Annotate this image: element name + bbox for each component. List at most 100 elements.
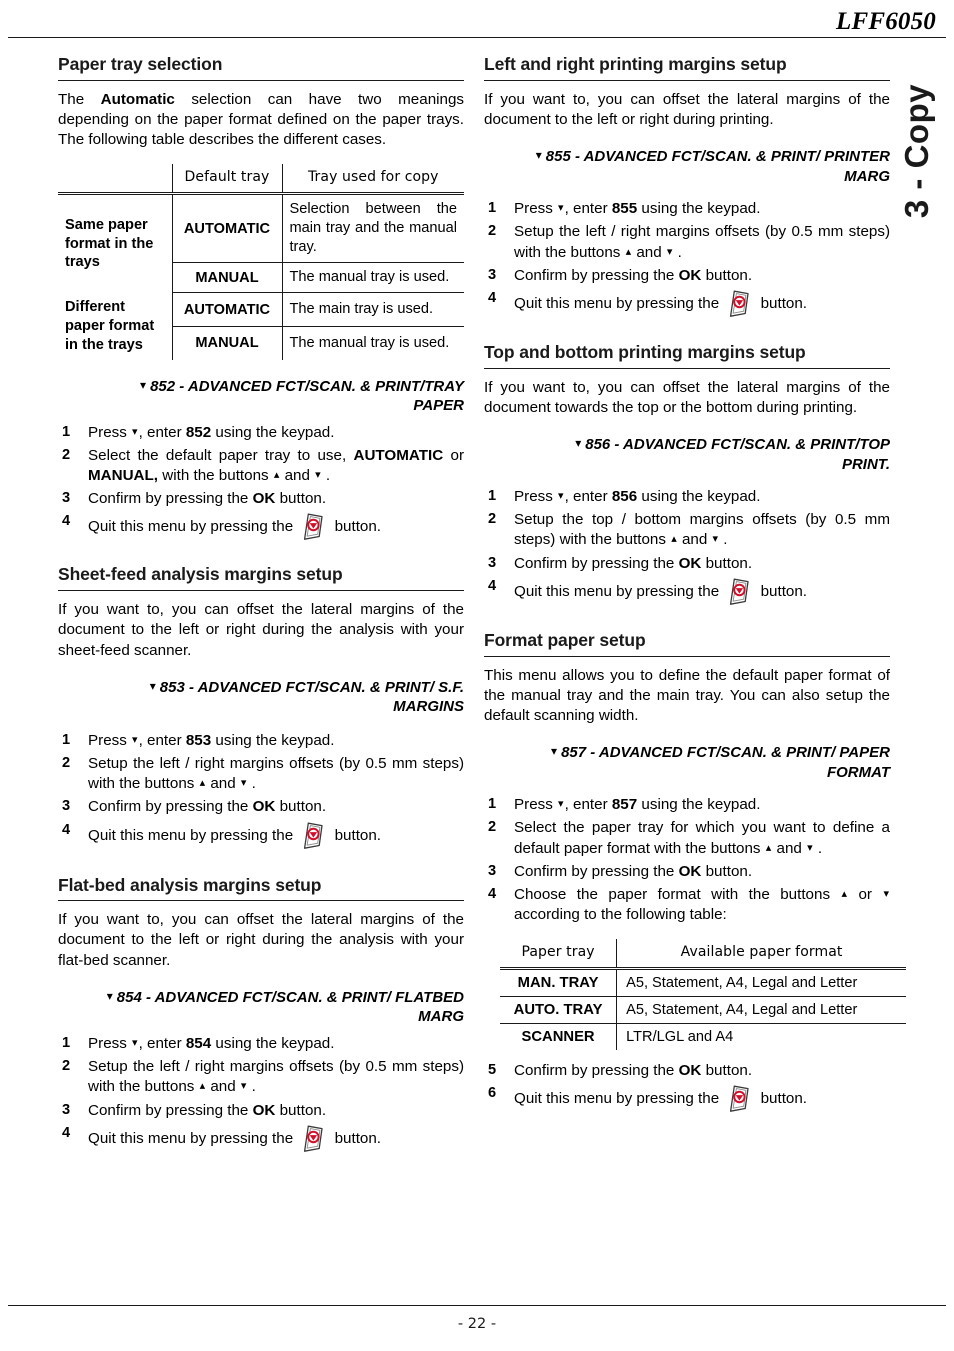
- step-item: 1 Press ▾, enter 856 using the keypad.: [484, 487, 890, 507]
- step-number: 3: [488, 862, 497, 879]
- step-number: 4: [62, 513, 71, 530]
- step-emphasis: 856: [611, 488, 638, 506]
- menu-bullet-icon: ▾: [149, 678, 156, 693]
- menu-path: ▾ 857 - ADVANCED FCT/SCAN. & PRINT/ PAPER…: [484, 743, 890, 782]
- step-number: 1: [62, 423, 71, 440]
- step-text: Select the paper tray for which you want…: [514, 819, 890, 857]
- arrow-down-icon: ▾: [132, 1036, 138, 1049]
- step-emphasis: 852: [185, 423, 212, 441]
- step-text: Press ▾, enter 852 using the keypad.: [88, 423, 335, 441]
- left-column: Paper tray selection The Automatic selec…: [58, 54, 464, 1156]
- step-text: Confirm by pressing the OK button.: [88, 1101, 327, 1119]
- menu-bullet-icon: ▾: [575, 436, 582, 451]
- document-title: LFF6050: [835, 8, 936, 35]
- step-item: 4 Choose the paper format with the button…: [484, 885, 890, 925]
- step-item: 1 Press ▾, enter 855 using the keypad.: [484, 199, 890, 219]
- menu-path-text: 856 - ADVANCED FCT/SCAN. & PRINT/TOP PRI…: [585, 436, 890, 473]
- chapter-tab-label: 3 - Copy: [898, 83, 935, 219]
- section-top-bottom-margins: Top and bottom printing margins setup If…: [484, 342, 890, 607]
- arrow-down-icon: ▾: [883, 888, 889, 901]
- step-number: 3: [488, 266, 497, 283]
- step-item: 1 Press ▾, enter 853 using the keypad.: [58, 731, 464, 751]
- step-text: Confirm by pressing the OK button.: [514, 862, 753, 880]
- step-item: 2 Setup the left / right margins offsets …: [58, 754, 464, 794]
- menu-path-text: 855 - ADVANCED FCT/SCAN. & PRINT/ PRINTE…: [545, 148, 890, 185]
- table-row: MAN. TRAY A5, Statement, A4, Legal and L…: [500, 968, 906, 997]
- arrow-down-icon: ▾: [240, 777, 247, 790]
- menu-path: ▾ 855 - ADVANCED FCT/SCAN. & PRINT/ PRINT…: [484, 147, 890, 186]
- step-item: 1 Press ▾, enter 854 using the keypad.: [58, 1034, 464, 1054]
- step-number: 1: [62, 731, 71, 748]
- steps-list: 5 Confirm by pressing the OK button. 6 Quit…: [484, 1061, 890, 1114]
- table-row: Same paper format in the trays AUTOMATIC…: [58, 193, 464, 270]
- arrow-down-icon: ▾: [240, 1080, 247, 1093]
- stop-button-icon: [300, 821, 327, 851]
- step-item: 3 Confirm by pressing the OK button.: [484, 266, 890, 286]
- chapter-tab: 3 - Copy: [882, 40, 952, 260]
- paper-tray-table: Default tray Tray used for copy Same pap…: [58, 164, 464, 360]
- stop-button-icon: [726, 289, 753, 319]
- step-number: 4: [488, 577, 497, 594]
- step-emphasis: OK: [678, 1061, 702, 1079]
- step-emphasis: AUTOMATIC: [353, 446, 444, 464]
- arrow-down-icon: ▾: [558, 202, 564, 215]
- paper-format-table: Paper tray Available paper format MAN. T…: [500, 938, 906, 1050]
- table-row: SCANNER LTR/LGL and A4: [500, 1023, 906, 1050]
- step-item: 2 Select the default paper tray to use, A…: [58, 446, 464, 486]
- step-text: Setup the top / bottom margins offsets (…: [514, 511, 890, 549]
- step-item: 1 Press ▾, enter 857 using the keypad.: [484, 795, 890, 815]
- arrow-up-icon: ▴: [625, 245, 632, 258]
- step-item: 1 Press ▾, enter 852 using the keypad.: [58, 423, 464, 443]
- section-format-paper: Format paper setup This menu allows you …: [484, 630, 906, 1114]
- menu-path: ▾ 852 - ADVANCED FCT/SCAN. & PRINT/TRAY P…: [58, 377, 464, 416]
- steps-list: 1 Press ▾, enter 852 using the keypad. 2 Se…: [58, 423, 464, 543]
- section-intro: If you want to, you can offset the later…: [58, 911, 464, 969]
- step-text: Choose the paper format with the buttons…: [514, 886, 889, 924]
- step-number: 4: [62, 1124, 71, 1141]
- paper-format-table-wrapper: Paper tray Available paper format MAN. T…: [484, 938, 906, 1050]
- step-item: 2 Setup the left / right margins offsets …: [58, 1057, 464, 1097]
- section-title: Left and right printing margins setup: [484, 54, 890, 81]
- step-number: 4: [488, 289, 497, 306]
- steps-list: 1 Press ▾, enter 855 using the keypad. 2 Se…: [484, 199, 890, 319]
- arrow-down-icon: ▾: [132, 733, 138, 746]
- step-text: Confirm by pressing the OK button.: [514, 1061, 753, 1079]
- step-number: 2: [488, 223, 497, 240]
- step-item: 2 Setup the top / bottom margins offsets …: [484, 510, 890, 550]
- step-text: Quit this menu by pressing the button.: [88, 514, 381, 541]
- table-header-paper-tray: Paper tray: [500, 938, 617, 970]
- step-item: 4 Quit this menu by pressing the button.: [58, 512, 464, 542]
- step-emphasis: 853: [185, 731, 212, 749]
- cell-paper-tray: SCANNER: [521, 1028, 595, 1045]
- step-number: 2: [62, 1058, 71, 1075]
- arrow-down-icon: ▾: [712, 533, 719, 546]
- step-item: 6 Quit this menu by pressing the button.: [484, 1084, 890, 1114]
- stop-button-icon: [300, 1124, 327, 1154]
- step-item: 2 Select the paper tray for which you wan…: [484, 818, 890, 858]
- steps-list: 1 Press ▾, enter 853 using the keypad. 2 Se…: [58, 731, 464, 851]
- cell-available-format: A5, Statement, A4, Legal and Letter: [616, 968, 906, 997]
- stop-button-icon: [726, 1084, 753, 1114]
- step-item: 3 Confirm by pressing the OK button.: [58, 489, 464, 509]
- section-title: Format paper setup: [484, 630, 890, 657]
- row-group-label: Same paper format in the trays: [65, 216, 154, 271]
- step-item: 4 Quit this menu by pressing the button.: [484, 289, 890, 319]
- menu-path: ▾ 854 - ADVANCED FCT/SCAN. & PRINT/ FLATB…: [58, 988, 464, 1027]
- step-text: Quit this menu by pressing the button.: [514, 1085, 807, 1112]
- cell-tray-used: The main tray is used.: [281, 292, 464, 327]
- step-emphasis: MANUAL,: [88, 467, 159, 485]
- table-header-blank: [58, 164, 172, 196]
- arrow-down-icon: ▾: [558, 490, 564, 503]
- cell-paper-tray: MAN. TRAY: [500, 968, 617, 997]
- intro-bold-term: Automatic: [100, 90, 175, 108]
- step-text: Quit this menu by pressing the button.: [514, 290, 807, 317]
- cell-default-tray: AUTOMATIC: [171, 193, 282, 264]
- step-item: 4 Quit this menu by pressing the button.: [58, 821, 464, 851]
- step-number: 2: [62, 446, 71, 463]
- cell-default-tray: MANUAL: [171, 326, 282, 360]
- menu-path-text: 857 - ADVANCED FCT/SCAN. & PRINT/ PAPER …: [561, 744, 890, 781]
- step-emphasis: OK: [252, 1101, 276, 1119]
- step-text: Quit this menu by pressing the button.: [88, 1125, 381, 1152]
- stop-button-icon: [726, 577, 753, 607]
- table-row: AUTO. TRAY A5, Statement, A4, Legal and …: [500, 996, 906, 1024]
